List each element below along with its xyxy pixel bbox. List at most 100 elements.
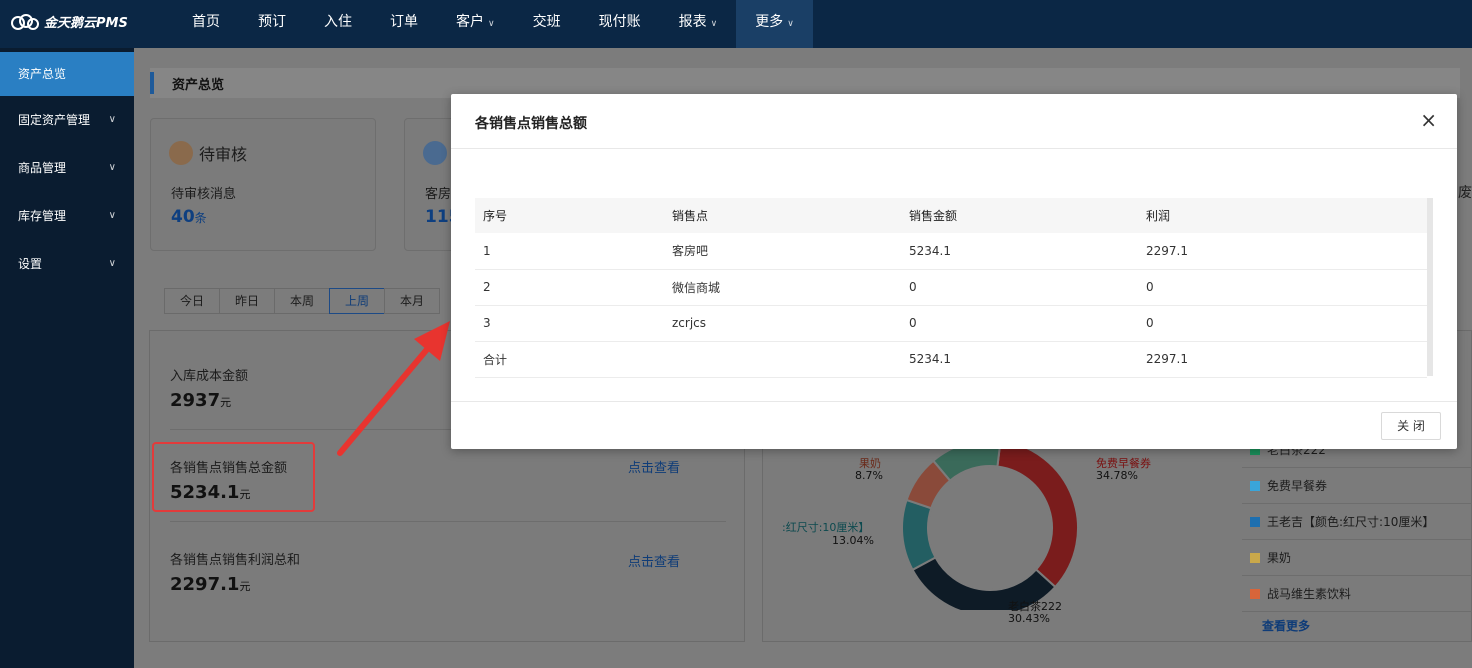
divider [170,521,726,522]
view-profit-link[interactable]: 点击查看 [628,551,680,570]
stat-profit-value: 2297.1元 [170,574,251,595]
legend-label: 免费早餐券 [1267,478,1328,493]
nav-item-7[interactable]: 报表 ∨ [660,0,737,48]
sales-modal: 各销售点销售总额 × 序号 销售点 销售金额 利润 1 客房吧 5234.1 2297.1 2… [451,94,1457,449]
pie-slice-0[interactable] [996,440,1079,589]
nav-item-4[interactable]: 客户 ∨ [437,0,514,48]
table-cell: 0 [1138,269,1427,306]
nav-item-label: 更多 [755,14,784,30]
period-button-3[interactable]: 上周 [329,288,385,314]
app-logo[interactable]: 金天鹅云PMS [10,12,128,31]
table-cell: 客房吧 [664,233,901,270]
cloud-logo-icon [11,13,39,30]
nav-item-label: 客户 [456,14,484,30]
pie-label: :红尺寸:10厘米】 [782,521,870,534]
room-card-title [423,141,453,165]
table-cell: 2297.1 [1138,233,1427,270]
stat-cost-value: 2937元 [170,390,232,411]
pending-count[interactable]: 40条 [171,207,207,227]
table-row: 3 zcrjcs 0 0 [475,305,1427,342]
modal-divider [451,401,1457,402]
nav-item-label: 现付账 [598,14,641,30]
period-button-1[interactable]: 昨日 [219,288,275,314]
table-cell: 微信商城 [664,269,901,306]
sidebar-item-3[interactable]: 库存管理 ∨ [0,192,134,240]
period-button-0[interactable]: 今日 [164,288,220,314]
chevron-down-icon: ∨ [488,19,495,29]
nav-item-0[interactable]: 首页 [173,0,239,48]
highlight-box [152,442,315,512]
nav-item-label: 报表 [678,14,707,30]
chart-legend: 老白茶222 免费早餐券 王老吉【颜色:红尺寸:10厘米】 果奶 战马维生素饮料 [1242,432,1472,612]
sidebar-item-0[interactable]: 资产总览 [0,52,134,96]
table-header: 序号 销售点 销售金额 利润 [475,198,1427,233]
pending-title-text: 待审核 [199,145,248,164]
period-button-4[interactable]: 本月 [384,288,440,314]
nav-item-label: 订单 [390,14,418,30]
table-cell: 5234.1 [901,341,1138,378]
room-sub: 客房 [425,187,452,202]
legend-swatch [1250,588,1260,599]
period-selector: 今日 昨日 本周 上周 本月 [164,288,440,314]
table-cell: zcrjcs [664,305,901,342]
nav-item-5[interactable]: 交班 [514,0,580,48]
nav-item-8[interactable]: 更多 ∨ [736,0,813,48]
pie-slice-2[interactable] [901,498,937,572]
legend-item[interactable]: 王老吉【颜色:红尺寸:10厘米】 [1242,504,1472,540]
period-button-2[interactable]: 本周 [274,288,330,314]
nav-item-label: 首页 [192,14,220,30]
legend-swatch [1250,516,1260,527]
column-header: 序号 [475,198,664,233]
column-header: 利润 [1138,198,1427,233]
legend-swatch [1250,552,1260,563]
legend-label: 战马维生素饮料 [1267,586,1352,601]
sales-table: 序号 销售点 销售金额 利润 1 客房吧 5234.1 2297.1 2 微信商城 0 0 3 zcrj… [475,198,1427,378]
stat-cost-label: 入库成本金额 [170,369,249,384]
chevron-down-icon: ∨ [108,210,116,221]
view-sales-link[interactable]: 点击查看 [628,457,680,476]
chevron-down-icon: ∨ [710,19,718,29]
modal-divider [451,148,1457,149]
legend-item[interactable]: 战马维生素饮料 [1242,576,1472,612]
pie-label: 13.04% [832,534,874,547]
sidebar-item-2[interactable]: 商品管理 ∨ [0,144,134,192]
pending-card: 待审核 待审核消息 40条 [150,118,376,251]
nav-item-2[interactable]: 入住 [305,0,371,48]
modal-title: 各销售点销售总额 [475,116,587,132]
table-cell: 2 [475,269,664,306]
legend-item[interactable]: 果奶 [1242,540,1472,576]
legend-label: 王老吉【颜色:红尺寸:10厘米】 [1267,514,1435,529]
sidebar-item-4[interactable]: 设置 ∨ [0,240,134,288]
table-scrollbar[interactable] [1427,198,1433,376]
sidebar-item-1[interactable]: 固定资产管理 ∨ [0,96,134,144]
pending-sub: 待审核消息 [171,187,237,202]
table-cell: 3 [475,305,664,342]
chevron-down-icon: ∨ [108,162,116,173]
sidebar-item-label: 固定资产管理 [18,113,91,127]
nav-item-label: 交班 [532,14,561,30]
column-header: 销售点 [664,198,901,233]
close-button[interactable]: 关 闭 [1381,412,1441,440]
table-cell: 合计 [475,341,664,378]
sidebar-item-label: 设置 [18,257,43,271]
nav-item-1[interactable]: 预订 [239,0,305,48]
stat-profit-label: 各销售点销售利润总和 [170,553,301,568]
chevron-down-icon: ∨ [108,258,116,269]
app-logo-text: 金天鹅云PMS [44,16,128,31]
view-more-link[interactable]: 查看更多 [1262,617,1310,634]
nav-item-3[interactable]: 订单 [371,0,437,48]
sidebar: 资产总览 固定资产管理 ∨ 商品管理 ∨ 库存管理 ∨ 设置 ∨ [0,48,134,668]
nav-item-label: 入住 [324,14,352,30]
nav-item-6[interactable]: 现付账 [580,0,660,48]
top-navbar: 金天鹅云PMS 首页 预订 入住 订单 客户 ∨ 交班 现付账 报表 ∨ 更多 ∨ [0,0,1472,48]
stat-cost: 入库成本金额 2937元 [170,365,248,411]
table-cell: 0 [901,269,1138,306]
stat-profit: 各销售点销售利润总和 2297.1元 [170,549,300,595]
legend-item[interactable]: 免费早餐券 [1242,468,1472,504]
column-header: 销售金额 [901,198,1138,233]
panel-header-bar [150,72,154,94]
table-row: 1 客房吧 5234.1 2297.1 [475,233,1427,270]
sidebar-item-label: 资产总览 [18,67,67,81]
close-icon[interactable]: × [1420,108,1437,132]
sidebar-item-label: 库存管理 [18,209,67,223]
